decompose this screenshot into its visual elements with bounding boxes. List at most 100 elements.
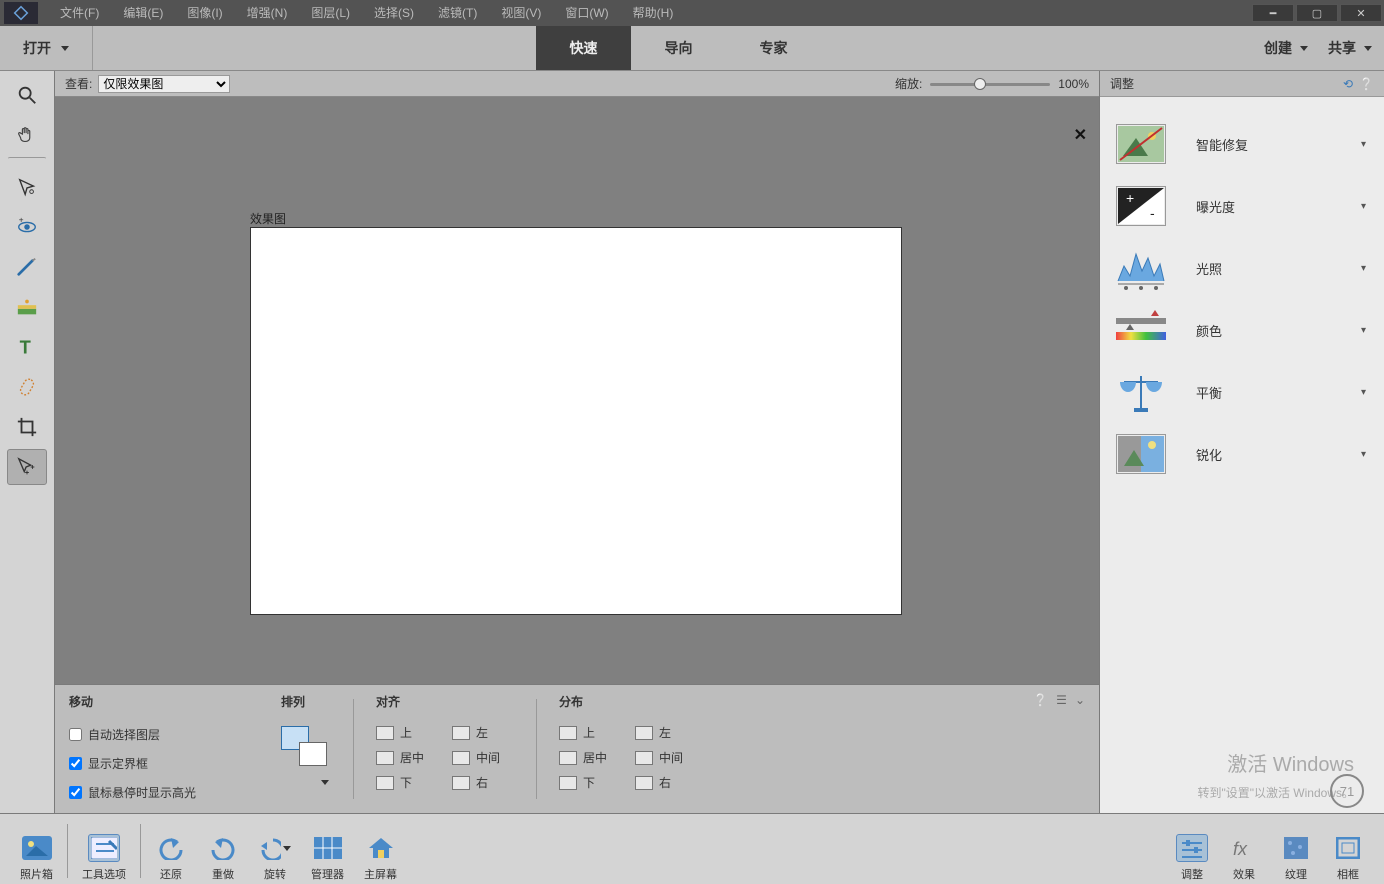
arrange-options: 排列 (281, 693, 331, 805)
help-icon[interactable]: ❔ (1033, 693, 1048, 707)
dist-top[interactable]: 上 (559, 724, 607, 741)
share-label: 共享 (1328, 38, 1356, 58)
align-top[interactable]: 上 (376, 724, 424, 741)
arrange-icon[interactable] (281, 726, 331, 776)
chevron-down-icon (321, 780, 329, 785)
effects-panel-button[interactable]: fx 效果 (1218, 820, 1270, 882)
top-toolbar: 打开 快速 导向 专家 创建 共享 (0, 26, 1384, 71)
share-menu[interactable]: 共享 (1328, 38, 1372, 58)
open-button[interactable]: 打开 (0, 26, 93, 70)
show-bounds-checkbox[interactable]: 显示定界框 (69, 755, 259, 772)
minimize-button[interactable]: ━ (1252, 4, 1294, 22)
dist-hcenter[interactable]: 中间 (635, 749, 683, 766)
align-left[interactable]: 左 (452, 724, 500, 741)
photo-bin-button[interactable]: 照片箱 (10, 820, 63, 882)
align-hcenter[interactable]: 中间 (452, 749, 500, 766)
menu-layer[interactable]: 图层(L) (299, 0, 362, 26)
home-button[interactable]: 主屏幕 (354, 820, 407, 882)
adj-sharpen[interactable]: 锐化 ▾ (1108, 423, 1376, 485)
dist-right[interactable]: 右 (635, 774, 683, 791)
menu-view[interactable]: 视图(V) (489, 0, 553, 26)
menu-file[interactable]: 文件(F) (48, 0, 111, 26)
textures-icon (1280, 834, 1312, 862)
tab-quick[interactable]: 快速 (536, 26, 631, 70)
adj-lighting[interactable]: 光照 ▾ (1108, 237, 1376, 299)
adj-color[interactable]: 颜色 ▾ (1108, 299, 1376, 361)
zoom-slider[interactable] (930, 78, 1050, 90)
move-tool[interactable] (7, 449, 47, 485)
close-document-button[interactable]: ✕ (1074, 125, 1087, 145)
maximize-button[interactable]: ▢ (1296, 4, 1338, 22)
redo-button[interactable]: 重做 (197, 820, 249, 882)
adj-balance[interactable]: 平衡 ▾ (1108, 361, 1376, 423)
reset-icon[interactable]: ⟲ (1343, 77, 1353, 91)
dist-bottom[interactable]: 下 (559, 774, 607, 791)
menu-enhance[interactable]: 增强(N) (235, 0, 300, 26)
adjust-panel-button[interactable]: 调整 (1166, 820, 1218, 882)
adjustments-panel: 调整 ⟲ ❔ 智能修复 ▾ +- 曝光度 ▾ 光照 ▾ (1099, 71, 1384, 813)
status-label: 照片箱 (20, 866, 53, 882)
adj-label: 平衡 (1196, 383, 1331, 402)
tab-guided[interactable]: 导向 (631, 26, 726, 70)
align-bottom[interactable]: 下 (376, 774, 424, 791)
frames-panel-button[interactable]: 相框 (1322, 820, 1374, 882)
menu-filter[interactable]: 滤镜(T) (426, 0, 489, 26)
view-select[interactable]: 仅限效果图 (98, 75, 230, 93)
adj-smartfix[interactable]: 智能修复 ▾ (1108, 113, 1376, 175)
help-icon[interactable]: ❔ (1359, 77, 1374, 91)
menu-select[interactable]: 选择(S) (362, 0, 426, 26)
menu-help[interactable]: 帮助(H) (621, 0, 686, 26)
create-label: 创建 (1264, 38, 1292, 58)
whiten-teeth-tool[interactable] (7, 249, 47, 285)
redeye-tool[interactable]: + (7, 209, 47, 245)
zoom-value: 100% (1058, 77, 1089, 91)
adj-label: 光照 (1196, 259, 1331, 278)
rotate-icon (259, 834, 291, 862)
titlebar: 文件(F) 编辑(E) 图像(I) 增强(N) 图层(L) 选择(S) 滤镜(T… (0, 0, 1384, 26)
align-title: 对齐 (376, 693, 514, 710)
menu-edit[interactable]: 编辑(E) (111, 0, 175, 26)
chevron-down-icon: ▾ (1361, 325, 1366, 336)
auto-select-label: 自动选择图层 (88, 726, 160, 743)
hover-highlight-checkbox[interactable]: 鼠标悬停时显示高光 (69, 784, 259, 801)
organizer-button[interactable]: 管理器 (301, 820, 354, 882)
effects-icon: fx (1228, 834, 1260, 862)
home-icon (365, 834, 397, 862)
tool-options-button[interactable]: 工具选项 (72, 820, 136, 882)
textures-panel-button[interactable]: 纹理 (1270, 820, 1322, 882)
dist-left[interactable]: 左 (635, 724, 683, 741)
quick-select-tool[interactable] (7, 169, 47, 205)
zoom-thumb[interactable] (974, 78, 986, 90)
canvas-zone: ✕ 效果图 (55, 97, 1099, 684)
organizer-icon (312, 834, 344, 862)
align-right[interactable]: 右 (452, 774, 500, 791)
rotate-button[interactable]: 旋转 (249, 820, 301, 882)
zoom-tool[interactable] (7, 77, 47, 113)
adj-label: 智能修复 (1196, 135, 1331, 154)
close-button[interactable]: ✕ (1340, 4, 1382, 22)
chevron-down-icon (283, 846, 291, 851)
align-vcenter[interactable]: 居中 (376, 749, 424, 766)
auto-select-checkbox[interactable]: 自动选择图层 (69, 726, 259, 743)
straighten-tool[interactable] (7, 289, 47, 325)
align-options: 对齐 上 左 居中 中间 下 右 (376, 693, 514, 805)
hand-tool[interactable] (7, 117, 47, 153)
menu-window[interactable]: 窗口(W) (553, 0, 620, 26)
chevron-down-icon (1364, 46, 1372, 51)
canvas[interactable] (250, 227, 902, 615)
tab-expert[interactable]: 专家 (726, 26, 821, 70)
text-tool[interactable]: T (7, 329, 47, 365)
dist-vcenter[interactable]: 居中 (559, 749, 607, 766)
crop-tool[interactable] (7, 409, 47, 445)
menu-image[interactable]: 图像(I) (175, 0, 234, 26)
collapse-icon[interactable]: ⌄ (1075, 693, 1085, 707)
mode-tabs: 快速 导向 专家 (536, 26, 821, 70)
adj-exposure[interactable]: +- 曝光度 ▾ (1108, 175, 1376, 237)
zoom-track (930, 83, 1050, 86)
main-area: + T 查看: 仅限效果图 缩放: 100% ✕ 效果图 (0, 71, 1384, 813)
create-menu[interactable]: 创建 (1264, 38, 1308, 58)
panel-menu-icon[interactable]: ☰ (1056, 693, 1067, 707)
spot-heal-tool[interactable] (7, 369, 47, 405)
status-right: 调整 fx 效果 纹理 相框 (1166, 820, 1374, 882)
undo-button[interactable]: 还原 (145, 820, 197, 882)
